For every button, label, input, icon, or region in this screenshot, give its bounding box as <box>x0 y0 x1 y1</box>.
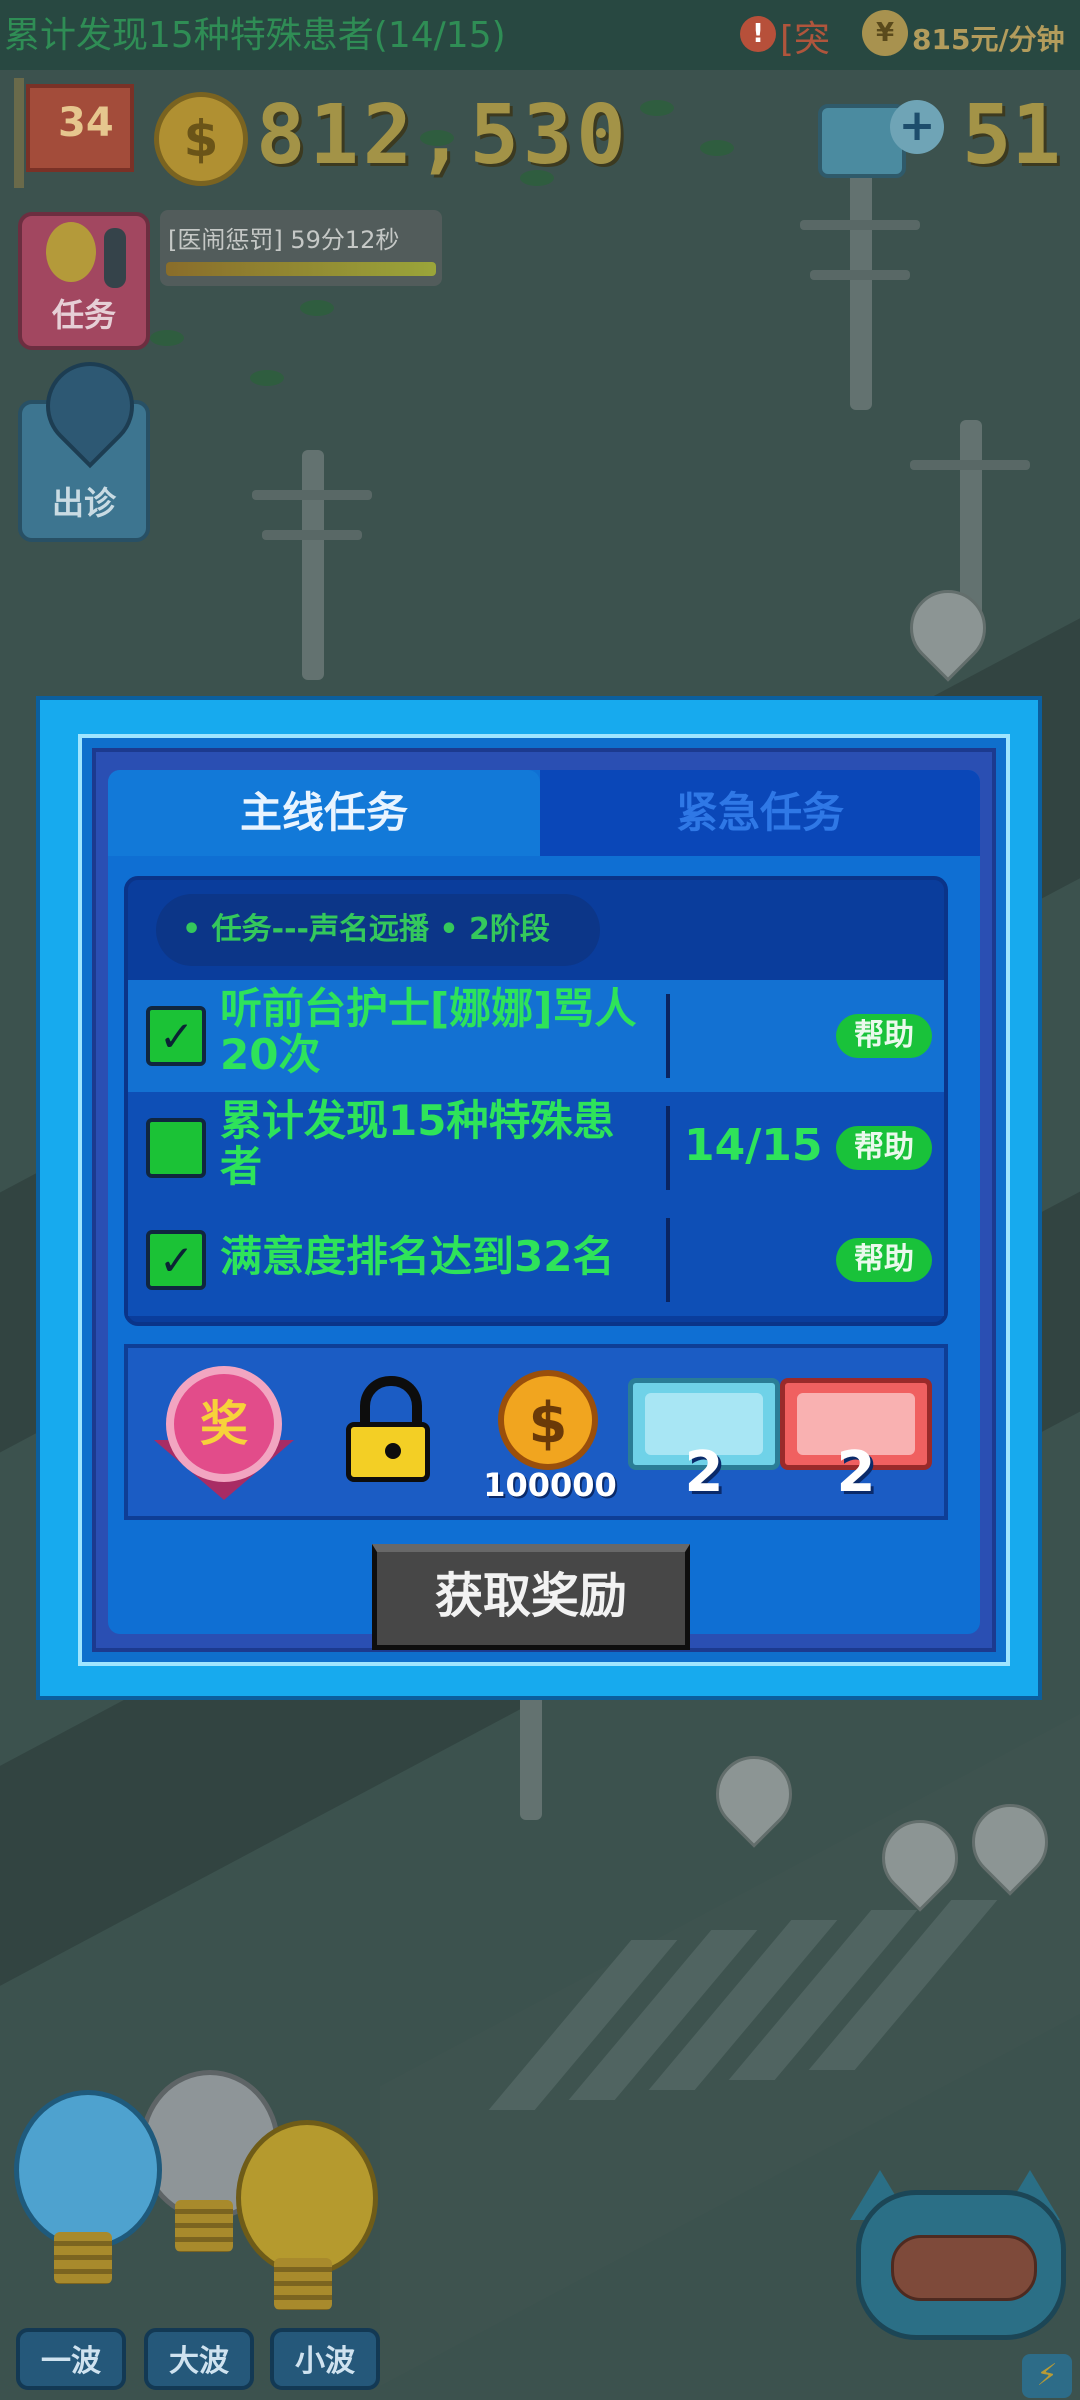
level-flag-icon <box>14 78 24 188</box>
task-label: 听前台护士[娜娜]骂人20次 <box>220 984 637 1079</box>
lock-keyhole <box>385 1443 401 1459</box>
alert-text[interactable]: [突 <box>780 10 830 62</box>
penalty-progress-bar <box>166 262 436 276</box>
wave-small-button[interactable]: 一波 <box>16 2328 126 2390</box>
coin-reward-icon[interactable]: $ <box>498 1370 598 1470</box>
row-divider <box>666 1218 670 1302</box>
coin-balance: 812,530 <box>256 88 630 183</box>
task-checkbox: ✓ <box>146 1006 206 1066</box>
ticket-count: 51 <box>962 88 1061 183</box>
blue-bulb-icon[interactable] <box>14 2090 162 2250</box>
task-panel: 主线任务 紧急任务 • 任务---声名远播 • 2阶段 ✓ 听前台护士[娜娜]骂… <box>108 770 980 1650</box>
reward-strip: 奖 $ 100000 2 2 <box>124 1344 948 1520</box>
bulb-base <box>54 2232 112 2284</box>
task-button-label: 任务 <box>51 296 116 334</box>
status-bar: 累计发现15种特殊患者(14/15) ! [突 ¥ 815元/分钟 <box>0 0 1080 70</box>
task-row: ✓ 满意度排名达到32名 帮助 <box>128 1204 944 1316</box>
cat-machine-button[interactable] <box>856 2190 1066 2340</box>
task-dialog-inner: 主线任务 紧急任务 • 任务---声名远播 • 2阶段 ✓ 听前台护士[娜娜]骂… <box>92 748 996 1652</box>
task-progress: 14/15 <box>684 1120 823 1171</box>
coin-icon: $ <box>154 92 248 186</box>
cat-machine-screen <box>891 2235 1037 2301</box>
traffic-light-icon <box>104 228 126 288</box>
task-row: ✓ 听前台护士[娜娜]骂人20次 帮助 <box>128 980 944 1092</box>
bulb-base <box>274 2258 332 2310</box>
yellow-bulb-icon[interactable] <box>236 2120 378 2276</box>
task-button[interactable]: 任务 <box>18 212 150 350</box>
row-divider <box>666 1106 670 1190</box>
task-bulb-icon <box>46 222 96 282</box>
task-checkbox <box>146 1118 206 1178</box>
help-button[interactable]: 帮助 <box>836 1238 932 1282</box>
tab-urgent-quest[interactable]: 紧急任务 <box>540 770 980 856</box>
piggy-bank-icon: ¥ <box>862 10 908 56</box>
penalty-banner: [医闹惩罚] 59分12秒 <box>160 210 442 286</box>
penalty-text: [医闹惩罚] 59分12秒 <box>168 226 400 254</box>
task-dialog-frame: 主线任务 紧急任务 • 任务---声名远播 • 2阶段 ✓ 听前台护士[娜娜]骂… <box>78 734 1010 1666</box>
house-call-button-label: 出诊 <box>51 484 116 522</box>
task-label: 累计发现15种特殊患者 <box>220 1096 615 1191</box>
lock-icon[interactable] <box>346 1376 430 1482</box>
claim-reward-button[interactable]: 获取奖励 <box>372 1544 690 1650</box>
wave-mini-button[interactable]: 小波 <box>270 2328 380 2390</box>
task-list: • 任务---声名远播 • 2阶段 ✓ 听前台护士[娜娜]骂人20次 帮助 累计… <box>124 876 948 1326</box>
level-number: 34 <box>58 100 114 146</box>
bolt-icon[interactable]: ⚡ <box>1022 2354 1072 2398</box>
lock-body <box>346 1422 430 1482</box>
task-label: 满意度排名达到32名 <box>220 1232 615 1281</box>
coin-reward-amount: 100000 <box>483 1466 617 1504</box>
alert-icon[interactable]: ! <box>740 16 776 52</box>
income-rate: 815元/分钟 <box>912 23 1065 56</box>
row-divider <box>666 994 670 1078</box>
add-ticket-button[interactable]: + <box>890 100 944 154</box>
stage-label: • 任务---声名远播 • 2阶段 <box>156 894 600 966</box>
medal-face: 奖 <box>166 1366 282 1482</box>
medal-icon[interactable]: 奖 <box>134 1362 304 1512</box>
ticket-reward-count: 2 <box>836 1440 876 1505</box>
penalty-progress-fill <box>166 262 436 276</box>
tab-main-quest[interactable]: 主线任务 <box>108 770 540 856</box>
checkmark-icon: ✓ <box>159 1012 195 1061</box>
task-checkbox: ✓ <box>146 1230 206 1290</box>
task-row: 累计发现15种特殊患者 14/15 帮助 <box>128 1092 944 1204</box>
level-badge[interactable]: 34 <box>14 78 134 188</box>
task-dialog: 主线任务 紧急任务 • 任务---声名远播 • 2阶段 ✓ 听前台护士[娜娜]骂… <box>36 696 1042 1700</box>
house-call-button[interactable]: 出诊 <box>18 343 153 542</box>
checkmark-icon: ✓ <box>159 1236 195 1285</box>
bulb-base <box>175 2200 233 2252</box>
ticket-reward-count: 2 <box>684 1440 724 1505</box>
help-button[interactable]: 帮助 <box>836 1014 932 1058</box>
level-flag: 34 <box>26 84 134 172</box>
current-task-text[interactable]: 累计发现15种特殊患者(14/15) <box>4 6 506 58</box>
help-button[interactable]: 帮助 <box>836 1126 932 1170</box>
wave-big-button[interactable]: 大波 <box>144 2328 254 2390</box>
